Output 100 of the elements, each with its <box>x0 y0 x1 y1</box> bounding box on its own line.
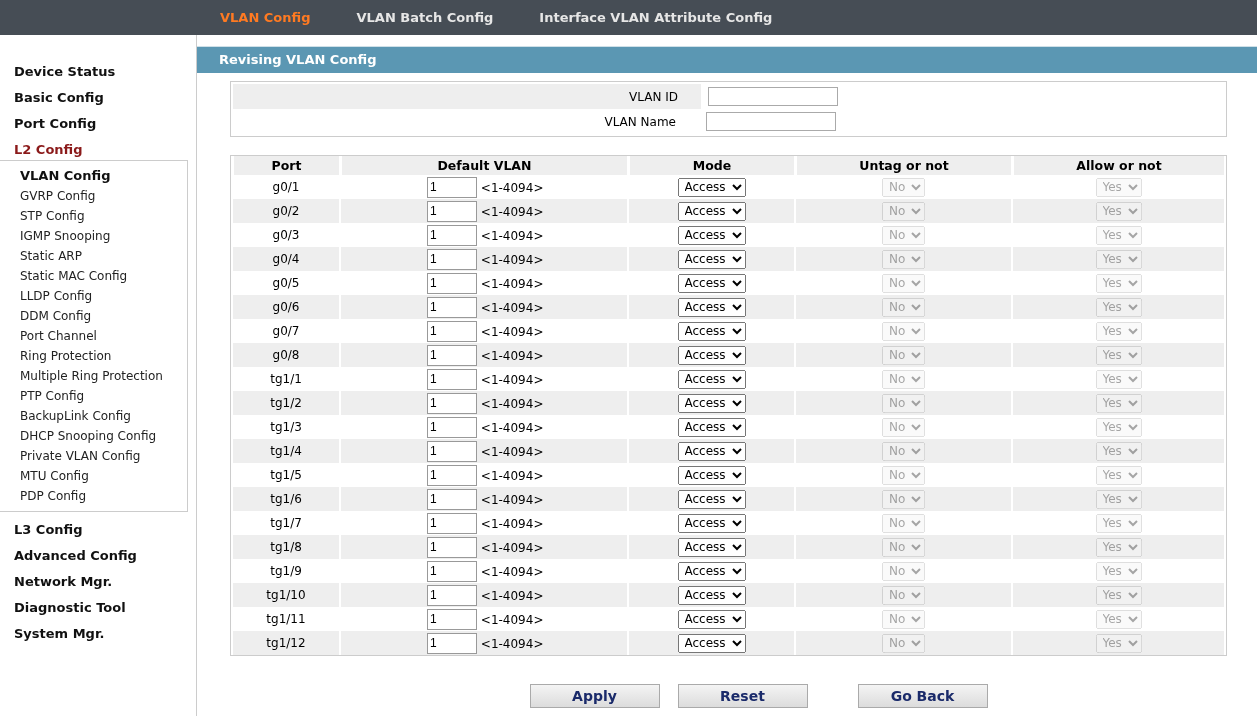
range-hint: <1-4094> <box>480 564 544 578</box>
vlan-input[interactable]: 1 <box>427 560 477 582</box>
menu-item[interactable]: L2 Config <box>0 140 196 166</box>
submenu-item[interactable]: Ring Protection <box>0 346 187 366</box>
menu-item[interactable]: Advanced Config <box>0 546 196 572</box>
column-header: Default VLAN <box>341 156 627 175</box>
range-hint: <1-4094> <box>480 444 544 458</box>
mode-dropdown[interactable]: Access <box>677 177 746 197</box>
submenu-item[interactable]: Static MAC Config <box>0 266 187 286</box>
range-hint: <1-4094> <box>480 420 544 434</box>
submenu-item[interactable]: BackupLink Config <box>0 406 187 426</box>
vlan-input[interactable]: 1 <box>427 440 477 462</box>
port-cell: tg1/4 <box>270 444 302 458</box>
submenu-item[interactable]: PTP Config <box>0 386 187 406</box>
menu-item[interactable]: L3 Config <box>0 520 196 546</box>
vlan-input[interactable]: 1 <box>427 248 477 270</box>
mode-dropdown[interactable]: Access <box>677 537 746 557</box>
action-button[interactable]: Apply <box>529 684 660 708</box>
menu-item[interactable]: Basic Config <box>0 88 196 114</box>
port-cell: tg1/9 <box>270 564 302 578</box>
submenu-item[interactable]: GVRP Config <box>0 186 187 206</box>
input-field[interactable] <box>708 87 838 106</box>
mode-dropdown[interactable]: Access <box>677 417 746 437</box>
submenu-item[interactable]: Static ARP <box>0 246 187 266</box>
action-button[interactable]: Reset <box>677 684 808 708</box>
port-cell: g0/3 <box>272 228 300 242</box>
submenu-item[interactable]: IGMP Snooping <box>0 226 187 246</box>
column-header: Port <box>233 156 339 175</box>
port-cell: tg1/6 <box>270 492 302 506</box>
range-hint: <1-4094> <box>480 492 544 506</box>
vlan-input[interactable]: 1 <box>427 512 477 534</box>
port-cell: g0/4 <box>272 252 300 266</box>
vlan-input[interactable]: 1 <box>427 488 477 510</box>
mode-dropdown[interactable]: Access <box>677 441 746 461</box>
mode-dropdown[interactable]: Access <box>677 369 746 389</box>
vlan-input[interactable]: 1 <box>427 224 477 246</box>
submenu-item[interactable]: PDP Config <box>0 486 187 506</box>
submenu-item[interactable]: LLDP Config <box>0 286 187 306</box>
menu-item[interactable]: System Mgr. <box>0 624 196 650</box>
submenu-item[interactable]: Private VLAN Config <box>0 446 187 466</box>
mode-dropdown[interactable]: Access <box>677 585 746 605</box>
vlan-input[interactable]: 1 <box>427 176 477 198</box>
vlan-input[interactable]: 1 <box>427 464 477 486</box>
mode-dropdown[interactable]: Access <box>677 297 746 317</box>
menu-item[interactable]: Diagnostic Tool <box>0 598 196 624</box>
mode-dropdown[interactable]: Access <box>677 489 746 509</box>
menu-item[interactable]: Port Config <box>0 114 196 140</box>
vlan-input[interactable]: 1 <box>427 368 477 390</box>
vlan-input[interactable]: 1 <box>427 320 477 342</box>
mode-dropdown[interactable]: Access <box>677 513 746 533</box>
mode-dropdown[interactable]: Access <box>677 201 746 221</box>
vlan-input[interactable]: 1 <box>427 344 477 366</box>
submenu-item[interactable]: DDM Config <box>0 306 187 326</box>
column-header: Mode <box>629 156 794 175</box>
submenu-item[interactable]: DHCP Snooping Config <box>0 426 187 446</box>
mode-dropdown[interactable]: Access <box>677 561 746 581</box>
submenu-item[interactable]: VLAN Config <box>0 166 187 186</box>
input-field[interactable] <box>706 112 836 131</box>
port-cell: tg1/7 <box>270 516 302 530</box>
mode-dropdown[interactable]: Access <box>677 273 746 293</box>
action-button[interactable]: Go Back <box>857 684 988 708</box>
mode-dropdown[interactable]: Access <box>677 465 746 485</box>
mode-dropdown[interactable]: Access <box>677 633 746 653</box>
submenu-item[interactable]: Port Channel <box>0 326 187 346</box>
mode-dropdown[interactable]: Access <box>677 345 746 365</box>
mode-dropdown[interactable]: Access <box>677 321 746 341</box>
nav-tab[interactable]: VLAN Batch Config <box>356 10 494 25</box>
menu-item[interactable]: Device Status <box>0 62 196 88</box>
menu-item[interactable]: Network Mgr. <box>0 572 196 598</box>
range-hint: <1-4094> <box>480 276 544 290</box>
vlan-input[interactable]: 1 <box>427 296 477 318</box>
range-hint: <1-4094> <box>480 324 544 338</box>
range-hint: <1-4094> <box>480 540 544 554</box>
port-cell: tg1/8 <box>270 540 302 554</box>
vlan-input[interactable]: 1 <box>427 608 477 630</box>
vlan-input[interactable]: 1 <box>427 536 477 558</box>
mode-dropdown[interactable]: Access <box>677 249 746 269</box>
port-cell: g0/1 <box>272 180 300 194</box>
port-cell: tg1/1 <box>270 372 302 386</box>
vlan-input[interactable]: 1 <box>427 200 477 222</box>
vlan-input[interactable]: 1 <box>427 416 477 438</box>
range-hint: <1-4094> <box>480 612 544 626</box>
vlan-input[interactable]: 1 <box>427 584 477 606</box>
submenu-item[interactable]: STP Config <box>0 206 187 226</box>
range-hint: <1-4094> <box>480 636 544 650</box>
nav-tab[interactable]: Interface VLAN Attribute Config <box>539 10 773 25</box>
port-cell: g0/5 <box>272 276 300 290</box>
mode-dropdown[interactable]: Access <box>677 225 746 245</box>
vlan-input[interactable]: 1 <box>427 272 477 294</box>
mode-dropdown[interactable]: Access <box>677 393 746 413</box>
submenu-item[interactable]: MTU Config <box>0 466 187 486</box>
vlan-input[interactable]: 1 <box>427 632 477 654</box>
port-cell: g0/8 <box>272 348 300 362</box>
column-header: Allow or not <box>1013 156 1224 175</box>
mode-dropdown[interactable]: Access <box>677 609 746 629</box>
port-cell: tg1/2 <box>270 396 302 410</box>
submenu-item[interactable]: Multiple Ring Protection <box>0 366 187 386</box>
port-cell: tg1/3 <box>270 420 302 434</box>
port-cell: tg1/11 <box>266 612 306 626</box>
vlan-input[interactable]: 1 <box>427 392 477 414</box>
